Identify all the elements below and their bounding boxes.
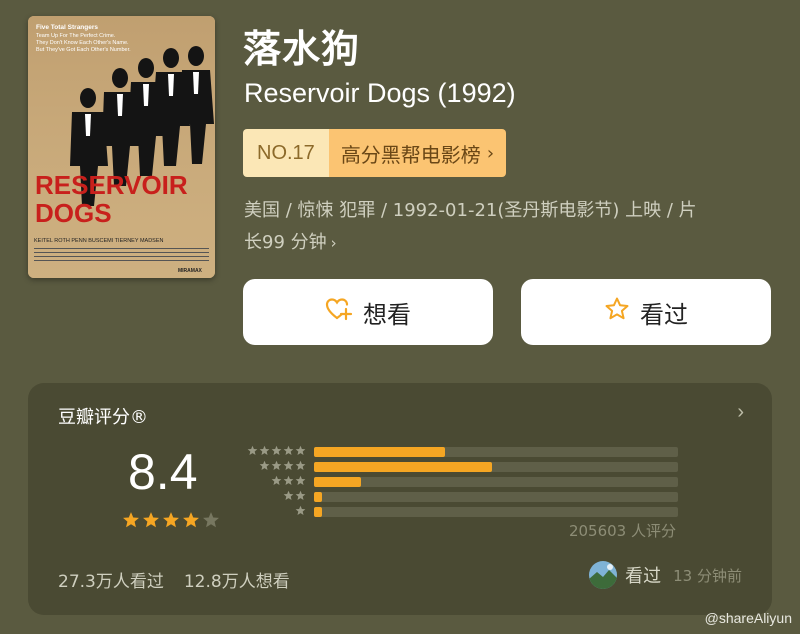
star-icon — [295, 490, 306, 500]
star-icon — [271, 460, 282, 470]
poster-studio: MIRAMAX — [178, 268, 203, 274]
star-icon — [295, 505, 306, 515]
star-filled-icon — [123, 512, 139, 528]
distribution-bar-3-star — [314, 477, 362, 487]
star-icon — [295, 460, 306, 470]
poster-title-2: DOGS — [35, 198, 112, 228]
poster-tagline-2: Team Up For The Perfect Crime. — [36, 33, 116, 39]
watched-button[interactable]: 看过 — [521, 279, 771, 345]
star-icon — [259, 460, 270, 470]
rank-list-link[interactable]: 高分黑帮电影榜 › — [328, 129, 507, 177]
distribution-bar-1-star — [314, 507, 322, 517]
distribution-stars-4 — [259, 460, 306, 471]
chevron-right-icon[interactable]: › — [737, 401, 744, 424]
poster-title-1: RESERVOIR — [35, 170, 188, 200]
distribution-bar-track — [314, 447, 678, 457]
star-icon — [283, 475, 294, 485]
star-icon — [271, 475, 282, 485]
heart-plus-icon — [325, 297, 363, 327]
distribution-bar-4-star — [314, 462, 493, 472]
star-outline-icon — [604, 296, 640, 328]
rating-score: 8.4 — [128, 444, 198, 500]
meta-duration: 长99 分钟 — [244, 232, 327, 253]
star-icon — [295, 475, 306, 485]
star-icon — [259, 445, 270, 455]
distribution-stars-2 — [283, 490, 306, 501]
star-icon — [283, 490, 294, 500]
distribution-bar-track — [314, 492, 678, 502]
rating-title: 豆瓣评分® — [58, 407, 148, 428]
watermark: @shareAliyun — [704, 610, 792, 626]
distribution-bar-5-star — [314, 447, 446, 457]
star-icon — [295, 445, 306, 455]
friend-action: 看过 — [625, 566, 662, 587]
poster-cast: KEITEL ROTH PENN BUSCEMI TIERNEY MADSEN — [34, 238, 164, 244]
rating-card[interactable]: 豆瓣评分® › 8.4 205603 人评分 27.3万人看过 12.8万人想看… — [28, 383, 772, 615]
poster-tagline-3: They Don't Know Each Other's Name. — [36, 40, 129, 46]
distribution-bar-2-star — [314, 492, 322, 502]
distribution-bar-track — [314, 507, 678, 517]
seen-label: 看过 — [640, 300, 688, 329]
chevron-right-icon: › — [486, 142, 495, 164]
movie-title-english: Reservoir Dogs (1992) — [244, 78, 516, 108]
poster-tagline-4: But They've Got Each Other's Number. — [36, 47, 131, 53]
rank-list-name: 高分黑帮电影榜 — [340, 142, 481, 167]
watched-count[interactable]: 27.3万人看过 — [58, 567, 164, 592]
star-icon — [283, 460, 294, 470]
distribution-stars-3 — [271, 475, 306, 486]
star-filled-icon — [143, 512, 159, 528]
star-filled-icon — [183, 512, 199, 528]
meta-line-1: 美国 / 惊悚 犯罪 / 1992-01-21(圣丹斯电影节) 上映 / 片 — [244, 200, 697, 221]
score-stars — [122, 511, 220, 529]
star-icon — [271, 445, 282, 455]
rank-number: NO.17 — [243, 129, 329, 177]
distribution-bar-track — [314, 462, 678, 472]
ranking-badge[interactable]: NO.17 高分黑帮电影榜 › — [243, 129, 507, 177]
distribution-bar-track — [314, 477, 678, 487]
want-to-watch-button[interactable]: 想看 — [243, 279, 493, 345]
friend-activity[interactable]: 看过 13 分钟前 — [589, 561, 742, 589]
movie-poster[interactable]: Five Total Strangers Team Up For The Per… — [28, 16, 215, 278]
distribution-stars-5 — [247, 445, 306, 456]
star-icon — [247, 445, 258, 455]
meta-line-2: 长99 分钟 › — [244, 227, 764, 259]
rating-count: 205603 人评分 — [568, 522, 676, 540]
star-filled-icon — [163, 512, 179, 528]
star-icon — [283, 445, 294, 455]
wish-count[interactable]: 12.8万人想看 — [184, 567, 290, 592]
friend-time: 13 分钟前 — [673, 566, 742, 585]
movie-meta[interactable]: 美国 / 惊悚 犯罪 / 1992-01-21(圣丹斯电影节) 上映 / 片 长… — [244, 195, 764, 259]
chevron-right-icon: › — [330, 234, 337, 252]
movie-title-chinese: 落水狗 — [243, 27, 361, 71]
star-empty-icon — [203, 512, 219, 528]
poster-tagline-1: Five Total Strangers — [36, 24, 98, 31]
want-label: 想看 — [363, 300, 411, 329]
avatar[interactable] — [589, 561, 618, 589]
distribution-stars-1 — [295, 505, 306, 516]
audience-stats[interactable]: 27.3万人看过 12.8万人想看 — [58, 567, 290, 592]
